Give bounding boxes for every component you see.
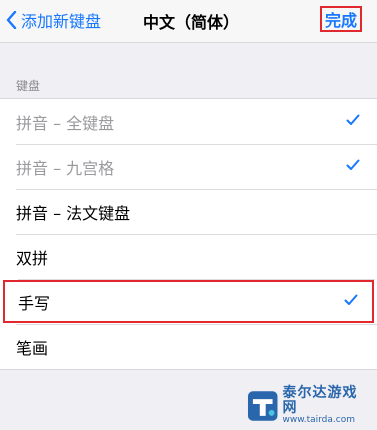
done-button-label: 完成: [324, 11, 357, 30]
keyboard-row-pinyin-9key[interactable]: 拼音 – 九宫格: [0, 144, 377, 189]
keyboard-list: 拼音 – 全键盘 拼音 – 九宫格 拼音 – 法文键盘 双拼 手写 笔画: [0, 98, 377, 370]
done-button[interactable]: 完成: [320, 6, 362, 32]
keyboard-row-label: 双拼: [16, 248, 49, 268]
keyboard-row-stroke[interactable]: 笔画: [0, 324, 377, 369]
checkmark-icon: [344, 294, 358, 305]
site-logo-icon: [247, 391, 278, 421]
chevron-left-icon: [6, 11, 17, 29]
back-button[interactable]: 添加新键盘: [6, 8, 101, 32]
keyboard-row-shuangpin[interactable]: 双拼: [0, 234, 377, 279]
checkmark-icon: [346, 114, 360, 125]
nav-bar: 添加新键盘 中文（简体） 完成: [0, 0, 377, 43]
keyboard-row-pinyin-full[interactable]: 拼音 – 全键盘: [0, 99, 377, 144]
keyboard-row-label: 笔画: [16, 338, 49, 358]
keyboard-row-label: 拼音 – 九宫格: [16, 158, 115, 178]
page-title: 中文（简体）: [142, 13, 239, 32]
keyboard-row-label: 拼音 – 全键盘: [16, 113, 115, 133]
keyboard-row-pinyin-french[interactable]: 拼音 – 法文键盘: [0, 189, 377, 234]
section-header-keyboards: 键盘: [16, 79, 41, 93]
watermark-site-name: 泰尔达游戏网: [282, 384, 358, 417]
keyboard-row-handwriting[interactable]: 手写: [2, 279, 375, 324]
watermark: 泰尔达游戏网 www.tairda.com: [247, 384, 371, 428]
keyboard-row-label: 手写: [18, 293, 51, 313]
checkmark-icon: [346, 159, 360, 170]
back-button-label: 添加新键盘: [21, 12, 102, 31]
keyboard-row-label: 拼音 – 法文键盘: [16, 203, 131, 223]
watermark-site-url: www.tairda.com: [282, 415, 355, 426]
